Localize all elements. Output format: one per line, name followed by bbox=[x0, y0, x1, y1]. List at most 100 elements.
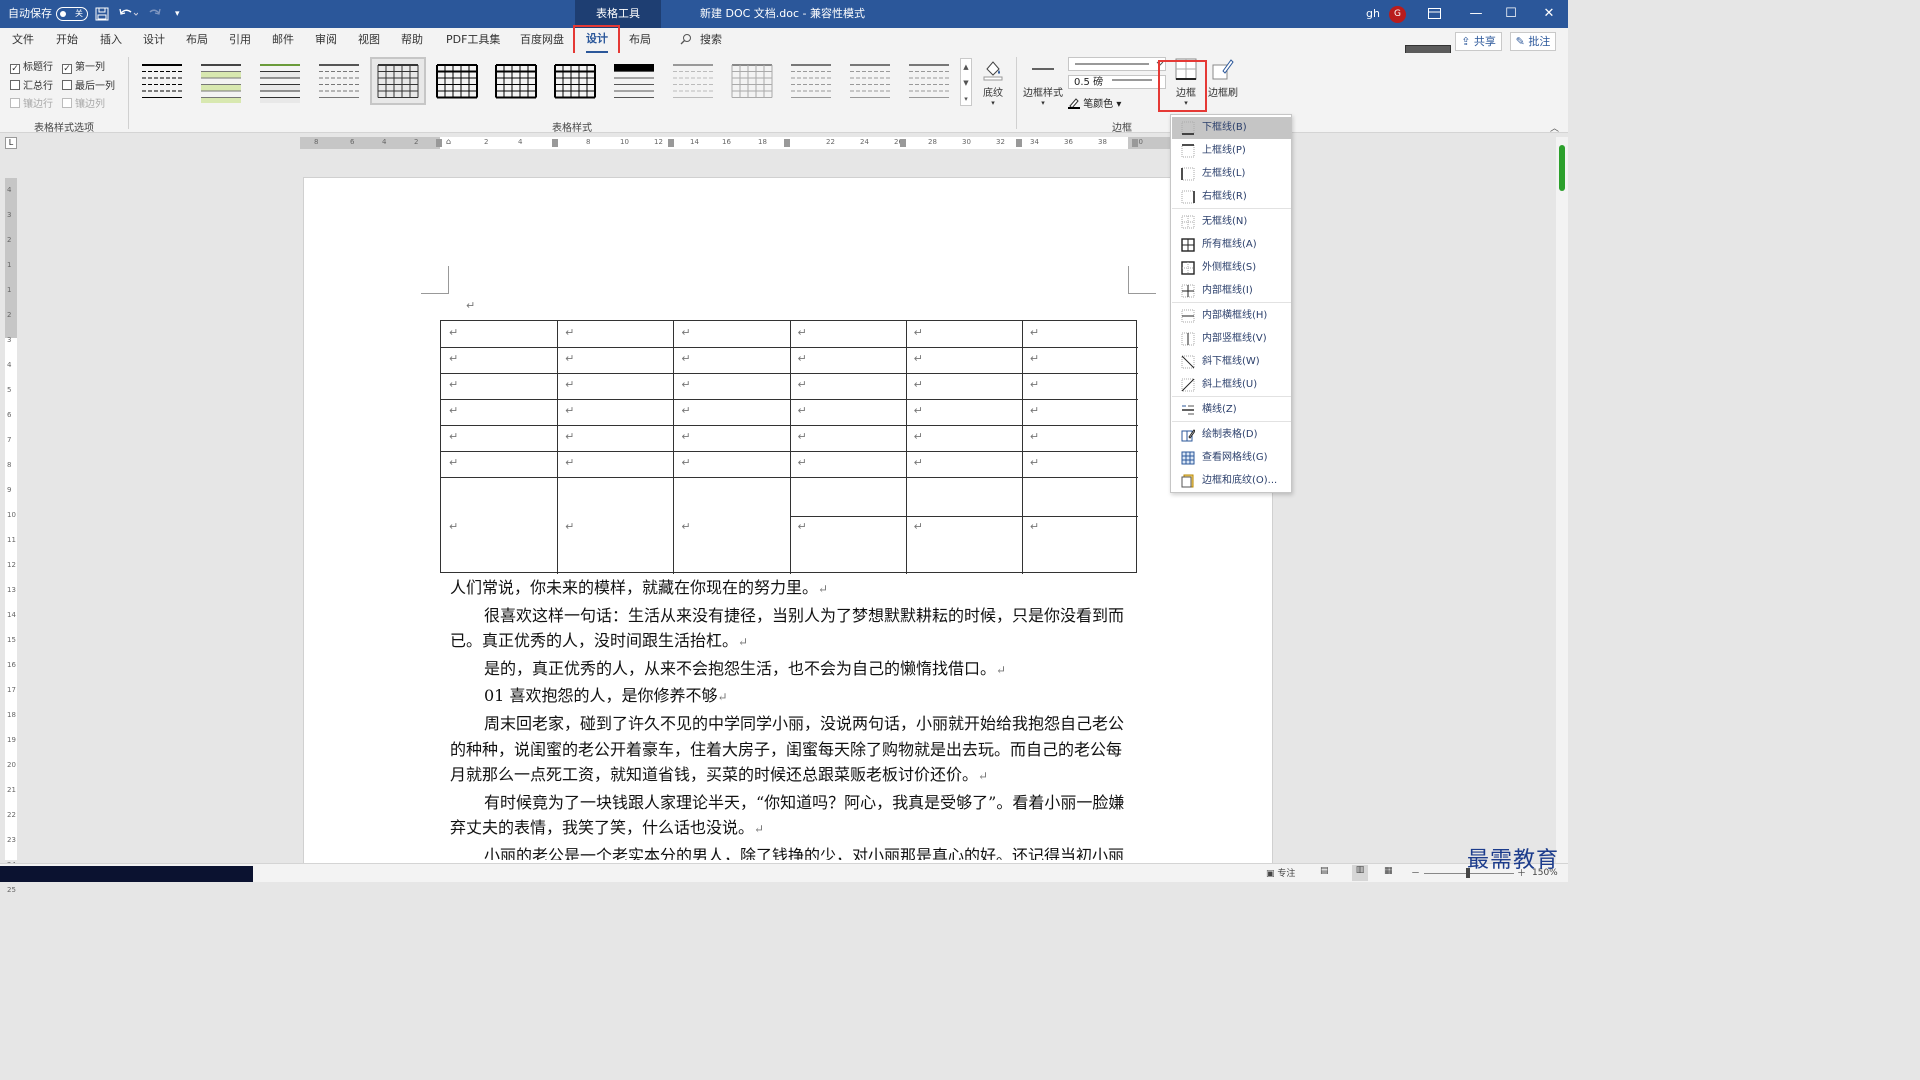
table-cell[interactable]: ↵ bbox=[914, 520, 923, 533]
share-button[interactable]: ⇪ 共享 bbox=[1455, 32, 1502, 51]
undo-icon[interactable] bbox=[118, 0, 139, 28]
ruler-column-marker[interactable] bbox=[1132, 139, 1138, 147]
redo-icon[interactable] bbox=[148, 0, 162, 28]
focus-mode-button[interactable]: ▣ 专注 bbox=[1266, 866, 1295, 879]
table-cell[interactable]: ↵ bbox=[1030, 404, 1039, 417]
borders-menu-item[interactable]: 横线(Z) bbox=[1172, 399, 1291, 421]
zoom-out-icon[interactable]: － bbox=[1411, 866, 1420, 879]
last-column-checkbox[interactable]: 最后一列 bbox=[62, 77, 115, 92]
borders-menu-item[interactable]: 左框线(L) bbox=[1172, 163, 1291, 185]
line-weight-dropdown[interactable]: 0.5 磅 bbox=[1068, 75, 1166, 89]
table-cell[interactable]: ↵ bbox=[681, 326, 690, 339]
total-row-checkbox[interactable]: 汇总行 bbox=[10, 77, 53, 92]
header-row-checkbox[interactable]: ✓ 标题行 bbox=[10, 58, 53, 74]
table-cell[interactable]: ↵ bbox=[449, 326, 458, 339]
table-style-thumbnail[interactable] bbox=[195, 59, 247, 104]
ruler-column-marker[interactable] bbox=[668, 139, 674, 147]
table-cell[interactable]: ↵ bbox=[914, 456, 923, 469]
table-cell[interactable]: ↵ bbox=[449, 520, 458, 533]
table-cell[interactable]: ↵ bbox=[798, 430, 807, 443]
table-cell[interactable]: ↵ bbox=[1030, 326, 1039, 339]
table-cell[interactable]: ↵ bbox=[565, 352, 574, 365]
table-cell[interactable]: ↵ bbox=[449, 378, 458, 391]
first-column-checkbox[interactable]: ✓ 第一列 bbox=[62, 58, 105, 74]
table-cell[interactable]: ↵ bbox=[681, 456, 690, 469]
tab-pdf-tools[interactable]: PDF工具集 bbox=[446, 28, 500, 53]
tab-references[interactable]: 引用 bbox=[229, 28, 251, 53]
tab-review[interactable]: 审阅 bbox=[315, 28, 337, 53]
table-cell[interactable]: ↵ bbox=[681, 352, 690, 365]
borders-menu-item[interactable]: 所有框线(A) bbox=[1172, 234, 1291, 256]
borders-menu-item[interactable]: 无框线(N) bbox=[1172, 211, 1291, 233]
table-style-thumbnail[interactable] bbox=[549, 59, 601, 103]
table-cell[interactable]: ↵ bbox=[681, 404, 690, 417]
maximize-button[interactable]: ☐ bbox=[1492, 0, 1530, 28]
document-body[interactable]: 人们常说，你未来的模样，就藏在你现在的努力里。↵ 很喜欢这样一句话：生活从来没有捷… bbox=[450, 575, 1130, 860]
table-cell[interactable]: ↵ bbox=[681, 520, 690, 533]
vertical-scrollbar[interactable] bbox=[1556, 137, 1568, 864]
line-style-dropdown[interactable] bbox=[1068, 57, 1166, 71]
table-style-thumbnail[interactable] bbox=[726, 59, 778, 103]
table-style-thumbnail[interactable] bbox=[608, 59, 660, 103]
borders-menu-item[interactable]: 上框线(P) bbox=[1172, 140, 1291, 162]
table-style-thumbnail[interactable] bbox=[254, 59, 306, 104]
tab-table-layout[interactable]: 布局 bbox=[629, 28, 651, 53]
scroll-thumb[interactable] bbox=[1559, 145, 1565, 191]
table-cell[interactable]: ↵ bbox=[914, 378, 923, 391]
collapse-ribbon-icon[interactable]: ︿ bbox=[1550, 121, 1559, 134]
table-style-thumbnail[interactable] bbox=[431, 59, 483, 103]
tab-insert[interactable]: 插入 bbox=[100, 28, 122, 53]
table-style-thumbnail[interactable] bbox=[903, 59, 955, 103]
gallery-more-icon[interactable]: ▾ bbox=[961, 91, 971, 107]
table-cell[interactable]: ↵ bbox=[798, 456, 807, 469]
tab-design[interactable]: 设计 bbox=[143, 28, 165, 53]
ruler-column-marker[interactable] bbox=[436, 139, 442, 147]
table-cell[interactable]: ↵ bbox=[449, 404, 458, 417]
borders-menu-item[interactable]: 查看网格线(G) bbox=[1172, 447, 1291, 469]
avatar[interactable]: G bbox=[1389, 6, 1406, 23]
table-cell[interactable]: ↵ bbox=[914, 430, 923, 443]
borders-menu-item[interactable]: 下框线(B) bbox=[1172, 117, 1291, 139]
table-cell[interactable]: ↵ bbox=[681, 430, 690, 443]
table-cell[interactable]: ↵ bbox=[565, 378, 574, 391]
web-layout-icon[interactable]: ▦ bbox=[1384, 866, 1393, 876]
banded-rows-checkbox[interactable]: 镶边行 bbox=[10, 95, 53, 110]
table-style-thumbnail[interactable] bbox=[490, 59, 542, 103]
search-box[interactable]: 搜索 bbox=[680, 28, 722, 53]
close-button[interactable]: ✕ bbox=[1530, 0, 1568, 28]
table-cell[interactable]: ↵ bbox=[798, 326, 807, 339]
table-cell[interactable]: ↵ bbox=[1030, 378, 1039, 391]
ruler-column-marker[interactable] bbox=[1016, 139, 1022, 147]
table-cell[interactable]: ↵ bbox=[565, 430, 574, 443]
table-cell[interactable]: ↵ bbox=[914, 404, 923, 417]
tab-layout[interactable]: 布局 bbox=[186, 28, 208, 53]
save-icon[interactable] bbox=[95, 0, 109, 28]
table-cell[interactable]: ↵ bbox=[914, 326, 923, 339]
table-cell[interactable]: ↵ bbox=[681, 378, 690, 391]
gallery-down-icon[interactable]: ▼ bbox=[961, 75, 971, 91]
borders-menu-item[interactable]: 外侧框线(S) bbox=[1172, 257, 1291, 279]
tab-baidu-netdisk[interactable]: 百度网盘 bbox=[520, 28, 564, 53]
ruler-indent-marker[interactable]: ⌂ bbox=[446, 137, 451, 146]
table-cell[interactable]: ↵ bbox=[1030, 352, 1039, 365]
tab-selector-icon[interactable]: L bbox=[5, 137, 17, 149]
table-cell[interactable]: ↵ bbox=[565, 456, 574, 469]
borders-menu-item[interactable]: 内部框线(I) bbox=[1172, 280, 1291, 302]
banded-columns-checkbox[interactable]: 镶边列 bbox=[62, 95, 105, 110]
autosave[interactable]: 自动保存关 bbox=[8, 0, 88, 28]
borders-menu-item[interactable]: 绘制表格(D) bbox=[1172, 424, 1291, 446]
ruler-column-marker[interactable] bbox=[900, 139, 906, 147]
table-cell[interactable]: ↵ bbox=[565, 404, 574, 417]
table-cell[interactable]: ↵ bbox=[798, 378, 807, 391]
table-cell[interactable]: ↵ bbox=[914, 352, 923, 365]
ruler-column-marker[interactable] bbox=[552, 139, 558, 147]
tab-file[interactable]: 文件 bbox=[12, 28, 34, 53]
tab-view[interactable]: 视图 bbox=[358, 28, 380, 53]
table-cell[interactable]: ↵ bbox=[798, 404, 807, 417]
customize-qat-icon[interactable]: ▾ bbox=[175, 0, 180, 28]
table-style-thumbnail[interactable] bbox=[785, 59, 837, 103]
borders-menu-item[interactable]: 边框和底纹(O)... bbox=[1172, 470, 1291, 492]
tab-home[interactable]: 开始 bbox=[56, 28, 78, 53]
table-style-thumbnail[interactable] bbox=[370, 57, 426, 105]
borders-menu-item[interactable]: 内部横框线(H) bbox=[1172, 305, 1291, 327]
